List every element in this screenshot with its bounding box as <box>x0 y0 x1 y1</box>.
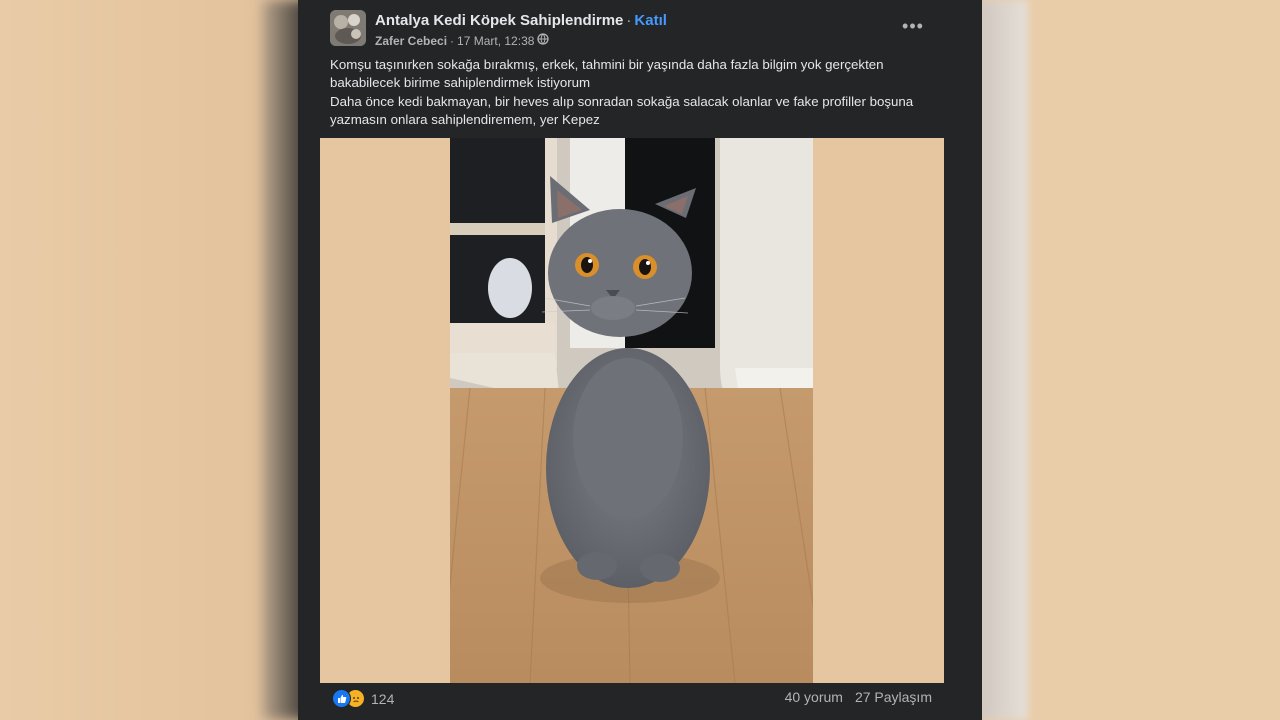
comments-count-link[interactable]: 40 yorum <box>785 689 843 705</box>
post-image[interactable] <box>320 138 944 683</box>
engagement-counts: 40 yorum 27 Paylaşım <box>785 689 932 705</box>
post-text: Komşu taşınırken sokağa bırakmış, erkek,… <box>330 56 926 130</box>
join-button[interactable]: Katıl <box>634 12 667 29</box>
group-name-link[interactable]: Antalya Kedi Köpek Sahiplendirme <box>375 12 623 29</box>
post-card: Antalya Kedi Köpek Sahiplendirme · Katıl Z… <box>298 0 982 720</box>
post-footer: 124 40 yorum 27 Paylaşım <box>332 688 932 712</box>
post-content: Antalya Kedi Köpek Sahiplendirme · Katıl Z… <box>320 0 944 720</box>
author-link[interactable]: Zafer Cebeci <box>375 34 447 48</box>
meta-separator: · <box>450 33 455 48</box>
post-text-line: Komşu taşınırken sokağa bırakmış, erkek,… <box>330 57 884 91</box>
shares-count-link[interactable]: 27 Paylaşım <box>855 689 932 705</box>
like-reaction-icon <box>332 689 351 708</box>
reactions-summary[interactable]: 124 <box>332 689 394 708</box>
post-header: Antalya Kedi Köpek Sahiplendirme · Katıl Z… <box>330 10 934 50</box>
globe-icon <box>537 33 550 48</box>
post-text-line: Daha önce kedi bakmayan, bir heves alıp … <box>330 93 914 128</box>
reaction-count: 124 <box>371 690 395 707</box>
more-options-icon[interactable]: ••• <box>898 17 928 40</box>
group-title-line: Antalya Kedi Köpek Sahiplendirme · Katıl <box>375 12 667 29</box>
cat-photo <box>450 138 813 683</box>
post-timestamp[interactable]: 17 Mart, 12:38 <box>457 34 534 48</box>
separator-dot: · <box>626 12 632 29</box>
group-avatar[interactable] <box>330 10 366 46</box>
post-meta: Zafer Cebeci · 17 Mart, 12:38 <box>375 33 550 48</box>
